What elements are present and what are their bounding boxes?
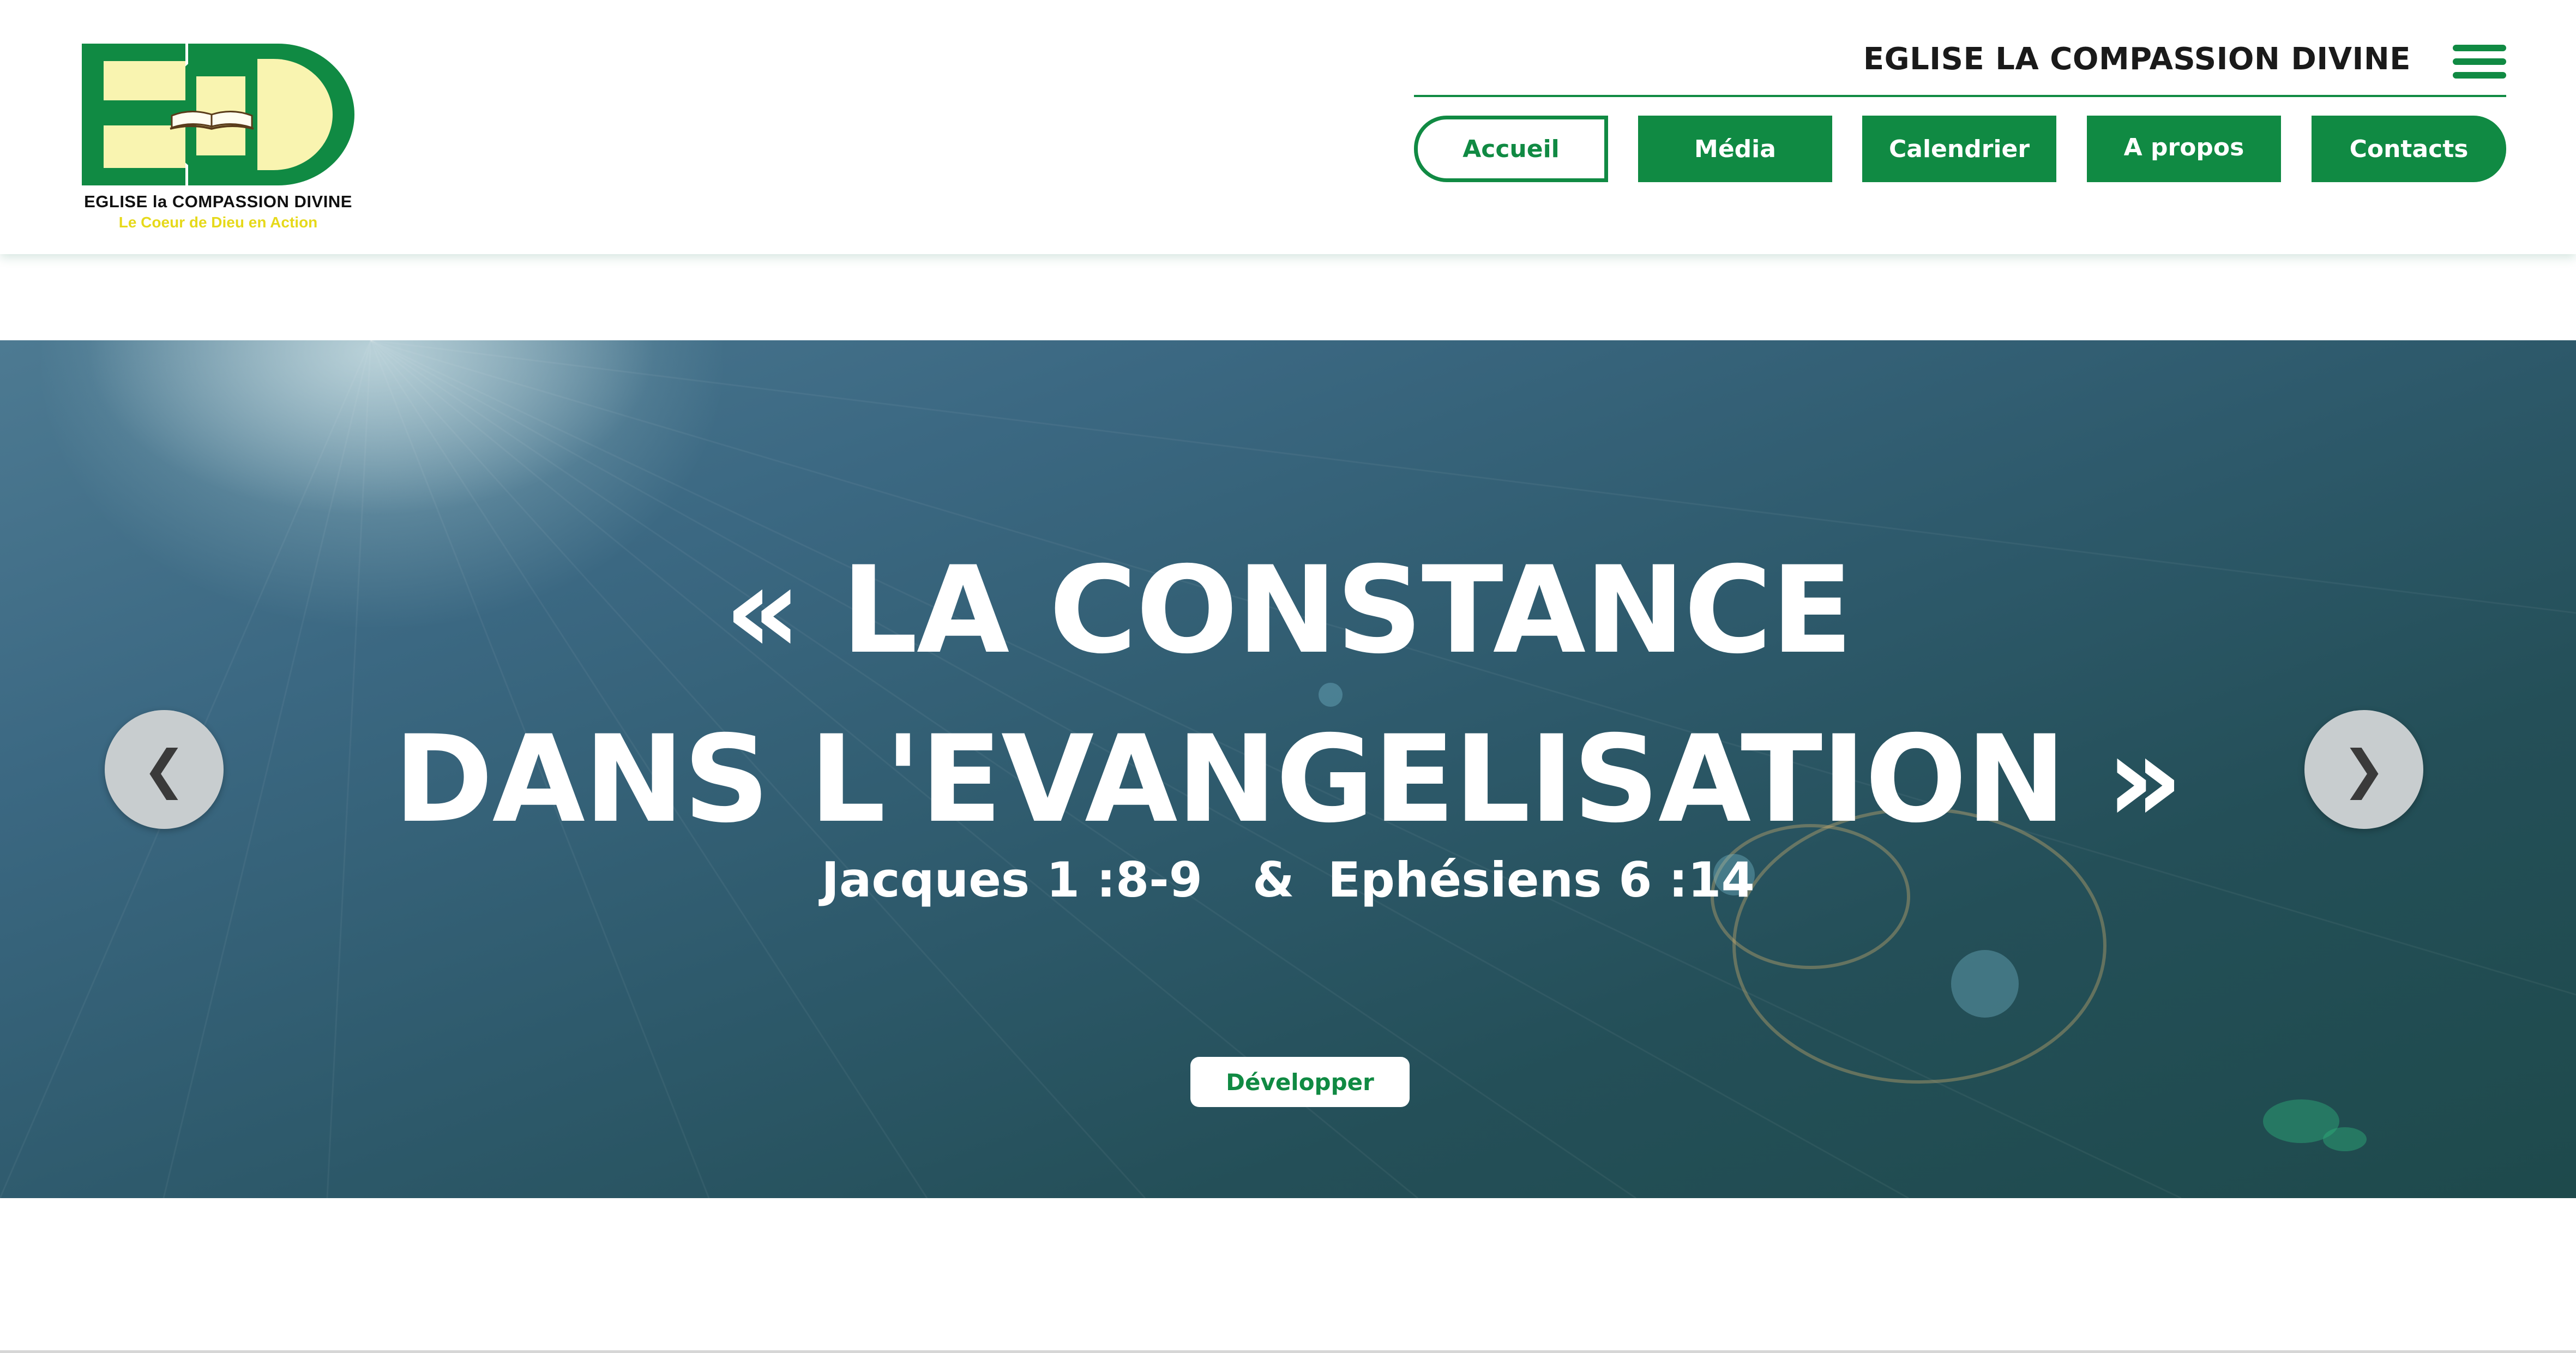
nav-accueil-button[interactable]: Accueil [1414,116,1608,182]
hamburger-bar [2453,58,2506,65]
slide-bible-reference: Jacques 1 :8-9 & Ephésiens 6 :14 [821,852,1755,908]
book-icon [170,110,254,130]
slide-title: « LA CONSTANCE DANS L'EVANGELISATION » [0,526,2576,864]
nav-divider [1414,95,2506,97]
hero-carousel: « LA CONSTANCE DANS L'EVANGELISATION » J… [0,340,2576,1198]
carousel-prev-arrow-icon[interactable]: ❮ [105,710,224,829]
site-header: EGLISE la COMPASSION DIVINE Le Coeur de … [0,0,2576,254]
develop-button[interactable]: Développer [1190,1057,1410,1107]
nav-media-button[interactable]: Média [1638,116,1832,182]
page: EGLISE la COMPASSION DIVINE Le Coeur de … [0,0,2576,1353]
logo-tagline: Le Coeur de Dieu en Action [118,214,318,231]
nav-apropos-button[interactable]: A propos [2087,116,2281,182]
church-title: EGLISE LA COMPASSION DIVINE [1863,41,2411,77]
church-logo[interactable]: EGLISE la COMPASSION DIVINE Le Coeur de … [82,44,354,234]
page-bottom-divider [0,1350,2576,1353]
slide-title-line: « LA CONSTANCE [724,540,1853,680]
nav-contacts-button[interactable]: Contacts [2312,116,2506,182]
hamburger-bar [2453,72,2506,79]
hamburger-menu-icon[interactable] [2453,45,2506,79]
slide-title-line: DANS L'EVANGELISATION » [394,709,2183,849]
logo-church-name: EGLISE la COMPASSION DIVINE [84,192,352,211]
logo-mark [82,44,354,185]
nav-calendrier-button[interactable]: Calendrier [1862,116,2056,182]
hamburger-bar [2453,45,2506,51]
carousel-next-arrow-icon[interactable]: ❯ [2304,710,2423,829]
